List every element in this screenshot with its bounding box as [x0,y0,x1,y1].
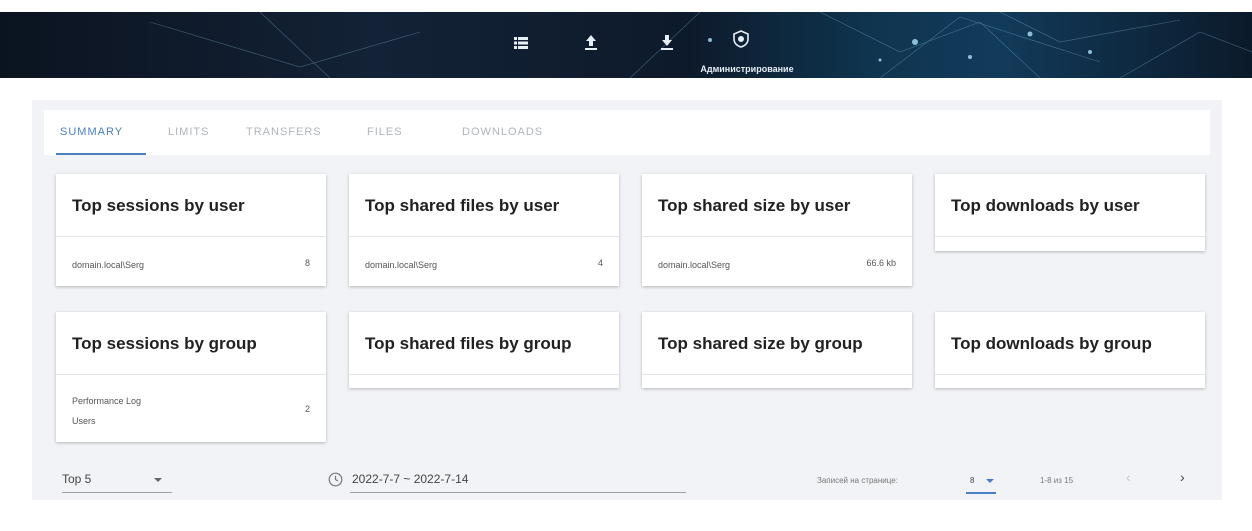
card-title: Top shared size by user [658,196,851,215]
row-user-name: domain.local\Serg [658,260,731,270]
rows-per-page-label: Записей на странице: [817,476,898,485]
date-underline [350,492,686,493]
top-n-value[interactable]: Top 5 [62,472,91,486]
next-page-button[interactable]: › [1180,469,1185,485]
prev-page-button[interactable]: ‹ [1126,469,1131,485]
clock-icon [328,472,343,487]
card-title: Top downloads by group [951,334,1152,353]
select-underline [62,492,172,493]
row-count: 4 [597,258,603,268]
card-title: Top shared files by group [365,334,572,353]
divider [349,236,619,237]
date-range-value[interactable]: 2022-7-7 ~ 2022-7-14 [352,472,468,486]
shield-icon[interactable] [730,28,752,50]
active-tab-indicator [56,153,146,155]
card-top-sessions-by-group: Top sessions by group Performance Log Us… [56,312,326,442]
card-top-shared-size-by-group: Top shared size by group [642,312,912,388]
page-range: 1-8 из 15 [1040,476,1074,485]
card-top-downloads-by-user: Top downloads by user [935,174,1205,251]
main-panel: SUMMARY LIMITS TRANSFERS FILES DOWNLOADS… [32,100,1222,500]
divider [935,236,1205,237]
divider [642,374,912,375]
tab-summary[interactable]: SUMMARY [60,126,123,138]
network-background [149,12,1252,78]
header-banner: Администрирование [0,12,1252,78]
nav-label-administration[interactable]: Администрирование [672,64,822,74]
download-icon[interactable] [656,32,678,54]
divider [56,374,326,375]
chevron-down-icon[interactable] [986,479,994,483]
chevron-down-icon[interactable] [154,478,162,482]
row-size: 66.6 kb [866,258,896,268]
divider [349,374,619,375]
upload-icon[interactable] [580,32,602,54]
divider [935,374,1205,375]
tab-downloads[interactable]: DOWNLOADS [462,126,543,138]
row-group-name-line-2: Users [72,416,96,426]
divider [642,236,912,237]
card-top-sessions-by-user: Top sessions by user domain.local\Serg 8 [56,174,326,286]
card-title: Top sessions by group [72,334,257,353]
row-count: 2 [304,404,310,414]
card-title: Top shared files by user [365,196,560,215]
rows-per-page-value[interactable]: 8 [970,476,974,485]
select-underline [966,492,996,494]
row-group-name-line-1: Performance Log [72,396,142,406]
card-title: Top downloads by user [951,196,1140,215]
row-user-name: domain.local\Serg [365,260,438,270]
row-user-name: domain.local\Serg [72,260,145,270]
card-top-shared-files-by-user: Top shared files by user domain.local\Se… [349,174,619,286]
divider [56,236,326,237]
card-top-shared-size-by-user: Top shared size by user domain.local\Ser… [642,174,912,286]
tab-files[interactable]: FILES [367,126,403,138]
tab-limits[interactable]: LIMITS [168,126,209,138]
tab-transfers[interactable]: TRANSFERS [246,126,322,138]
list-icon[interactable] [510,32,532,54]
card-title: Top sessions by user [72,196,245,215]
tab-bar: SUMMARY LIMITS TRANSFERS FILES DOWNLOADS [44,110,1210,155]
card-title: Top shared size by group [658,334,863,353]
row-count: 8 [304,258,310,268]
card-top-shared-files-by-group: Top shared files by group [349,312,619,388]
card-top-downloads-by-group: Top downloads by group [935,312,1205,388]
